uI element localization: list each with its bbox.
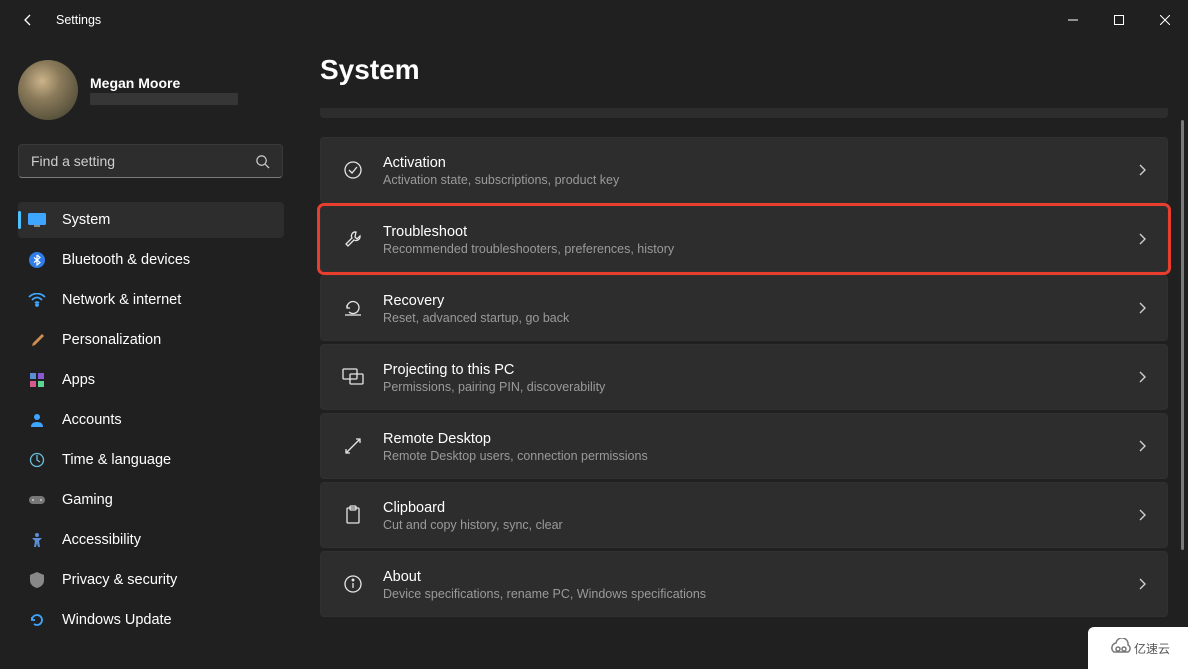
- sidebar-item-label: System: [62, 212, 110, 228]
- card-subtitle: Recommended troubleshooters, preferences…: [383, 242, 1137, 256]
- sidebar-item-personalization[interactable]: Personalization: [18, 322, 284, 358]
- sidebar-item-windows-update[interactable]: Windows Update: [18, 602, 284, 638]
- search-icon: [255, 154, 270, 169]
- nav-list: System Bluetooth & devices Network & int…: [18, 202, 290, 638]
- card-subtitle: Cut and copy history, sync, clear: [383, 518, 1137, 532]
- back-button[interactable]: [20, 12, 36, 28]
- shield-icon: [28, 571, 46, 589]
- card-activation[interactable]: Activation Activation state, subscriptio…: [320, 137, 1168, 203]
- search-box[interactable]: [18, 144, 283, 178]
- display-icon: [28, 211, 46, 229]
- chevron-right-icon: [1137, 439, 1147, 453]
- window-controls: [1050, 4, 1188, 36]
- maximize-button[interactable]: [1096, 4, 1142, 36]
- card-title: Remote Desktop: [383, 429, 1137, 449]
- avatar: [18, 60, 78, 120]
- card-subtitle: Device specifications, rename PC, Window…: [383, 587, 1137, 601]
- card-remote-desktop[interactable]: Remote Desktop Remote Desktop users, con…: [320, 413, 1168, 479]
- clock-globe-icon: [28, 451, 46, 469]
- apps-icon: [28, 371, 46, 389]
- sidebar-item-label: Gaming: [62, 492, 113, 508]
- card-clipboard[interactable]: Clipboard Cut and copy history, sync, cl…: [320, 482, 1168, 548]
- card-title: Recovery: [383, 291, 1137, 311]
- gamepad-icon: [28, 491, 46, 509]
- minimize-button[interactable]: [1050, 4, 1096, 36]
- remote-icon: [339, 436, 367, 456]
- page-title: System: [320, 54, 1168, 86]
- sidebar-item-accounts[interactable]: Accounts: [18, 402, 284, 438]
- sidebar-item-label: Accounts: [62, 412, 122, 428]
- check-circle-icon: [339, 160, 367, 180]
- settings-card-list: Activation Activation state, subscriptio…: [320, 108, 1168, 617]
- sidebar-item-apps[interactable]: Apps: [18, 362, 284, 398]
- sidebar-item-gaming[interactable]: Gaming: [18, 482, 284, 518]
- chevron-right-icon: [1137, 301, 1147, 315]
- sidebar-item-label: Bluetooth & devices: [62, 252, 190, 268]
- chevron-right-icon: [1137, 232, 1147, 246]
- accessibility-icon: [28, 531, 46, 549]
- sidebar-item-label: Network & internet: [62, 292, 181, 308]
- sidebar-item-accessibility[interactable]: Accessibility: [18, 522, 284, 558]
- sidebar-item-label: Time & language: [62, 452, 171, 468]
- user-header[interactable]: Megan Moore: [18, 60, 290, 120]
- user-email-redacted: [90, 93, 238, 105]
- user-name: Megan Moore: [90, 75, 238, 91]
- project-icon: [339, 368, 367, 386]
- card-recovery[interactable]: Recovery Reset, advanced startup, go bac…: [320, 275, 1168, 341]
- wifi-icon: [28, 291, 46, 309]
- window-title: Settings: [56, 13, 101, 27]
- sidebar-item-label: Personalization: [62, 332, 161, 348]
- card-subtitle: Reset, advanced startup, go back: [383, 311, 1137, 325]
- card-title: Projecting to this PC: [383, 360, 1137, 380]
- card-title: Clipboard: [383, 498, 1137, 518]
- card-title: About: [383, 567, 1137, 587]
- chevron-right-icon: [1137, 163, 1147, 177]
- recovery-icon: [339, 298, 367, 318]
- card-projecting[interactable]: Projecting to this PC Permissions, pairi…: [320, 344, 1168, 410]
- sidebar-item-network[interactable]: Network & internet: [18, 282, 284, 318]
- card-subtitle: Remote Desktop users, connection permiss…: [383, 449, 1137, 463]
- bluetooth-icon: [28, 251, 46, 269]
- brush-icon: [28, 331, 46, 349]
- sidebar-item-system[interactable]: System: [18, 202, 284, 238]
- sidebar-item-label: Accessibility: [62, 532, 141, 548]
- card-title: Troubleshoot: [383, 222, 1137, 242]
- update-icon: [28, 611, 46, 629]
- sidebar: Megan Moore System Bluetooth & devices N…: [0, 40, 300, 669]
- chevron-right-icon: [1137, 370, 1147, 384]
- scrollbar-thumb[interactable]: [1181, 120, 1184, 550]
- card-partial-top[interactable]: [320, 108, 1168, 118]
- sidebar-item-label: Privacy & security: [62, 572, 177, 588]
- wrench-icon: [339, 229, 367, 249]
- info-icon: [339, 574, 367, 594]
- card-title: Activation: [383, 153, 1137, 173]
- sidebar-item-label: Apps: [62, 372, 95, 388]
- card-subtitle: Activation state, subscriptions, product…: [383, 173, 1137, 187]
- close-button[interactable]: [1142, 4, 1188, 36]
- sidebar-item-label: Windows Update: [62, 612, 172, 628]
- clipboard-icon: [339, 505, 367, 525]
- card-about[interactable]: About Device specifications, rename PC, …: [320, 551, 1168, 617]
- watermark: 亿速云: [1088, 627, 1188, 669]
- search-input[interactable]: [31, 153, 231, 169]
- card-subtitle: Permissions, pairing PIN, discoverabilit…: [383, 380, 1137, 394]
- sidebar-item-time-language[interactable]: Time & language: [18, 442, 284, 478]
- sidebar-item-bluetooth[interactable]: Bluetooth & devices: [18, 242, 284, 278]
- chevron-right-icon: [1137, 508, 1147, 522]
- titlebar: Settings: [0, 0, 1188, 40]
- person-icon: [28, 411, 46, 429]
- sidebar-item-privacy[interactable]: Privacy & security: [18, 562, 284, 598]
- watermark-text: 亿速云: [1134, 640, 1170, 657]
- content-pane: System Activation Activation state, subs…: [300, 40, 1188, 669]
- chevron-right-icon: [1137, 577, 1147, 591]
- card-troubleshoot[interactable]: Troubleshoot Recommended troubleshooters…: [320, 206, 1168, 272]
